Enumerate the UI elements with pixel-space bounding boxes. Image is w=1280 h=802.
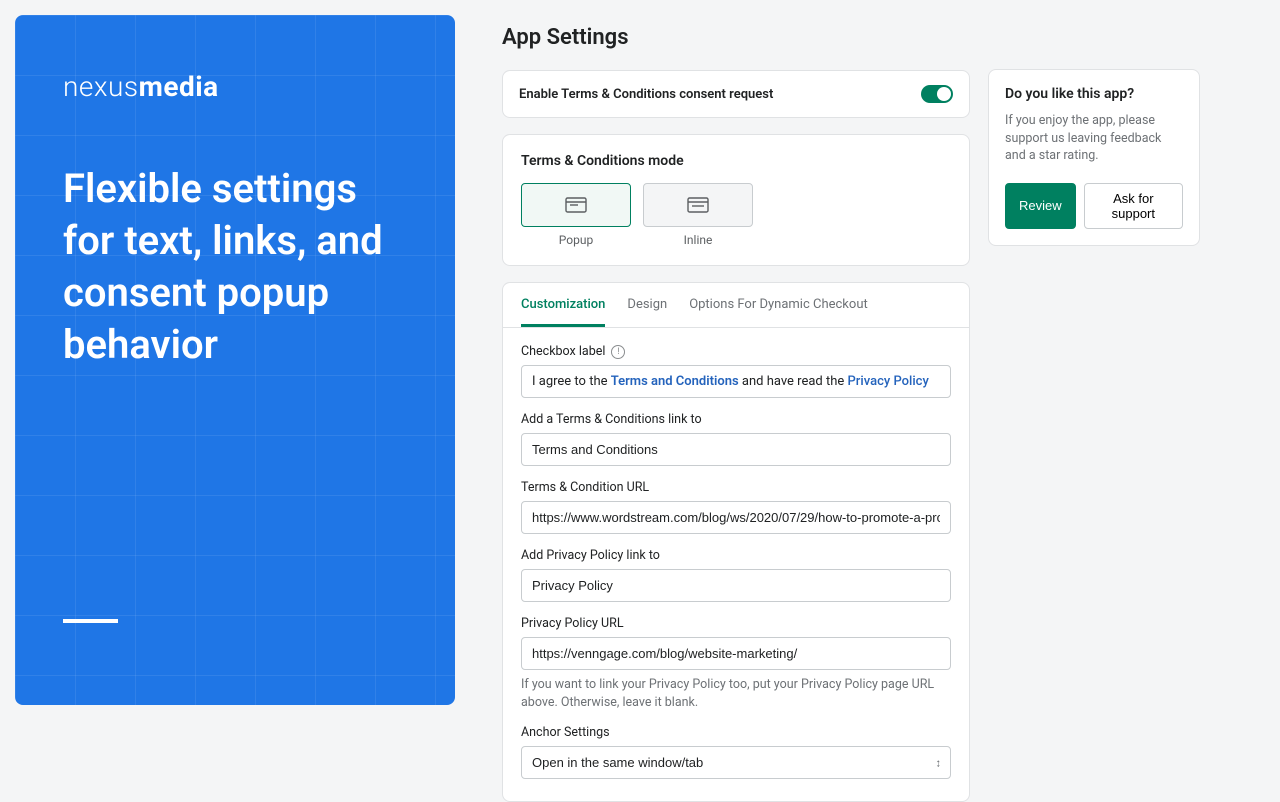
brand-bold: media <box>139 70 219 103</box>
enable-toggle[interactable] <box>921 85 953 103</box>
inline-icon <box>687 197 709 213</box>
feedback-text: If you enjoy the app, please support us … <box>1005 112 1183 165</box>
tc-link-input[interactable] <box>521 433 951 466</box>
checkbox-label-field-label: Checkbox label <box>521 344 605 359</box>
mode-option-popup[interactable] <box>521 183 631 227</box>
brand-logo: nexusmedia <box>63 70 407 103</box>
info-icon[interactable]: ! <box>611 345 625 359</box>
tab-pane-customization: Checkbox label ! I agree to the Terms an… <box>503 328 969 801</box>
promo-panel: nexusmedia Flexible settings for text, l… <box>15 15 455 705</box>
tab-dynamic-checkout[interactable]: Options For Dynamic Checkout <box>689 283 868 327</box>
enable-label: Enable Terms & Conditions consent reques… <box>519 87 773 102</box>
mode-title: Terms & Conditions mode <box>521 153 951 169</box>
tabs-card: Customization Design Options For Dynamic… <box>502 282 970 802</box>
settings-area: App Settings Enable Terms & Conditions c… <box>470 0 1280 720</box>
checkbox-label-input[interactable]: I agree to the Terms and Conditions and … <box>521 365 951 398</box>
tab-design[interactable]: Design <box>627 283 667 327</box>
hero-headline: Flexible settings for text, links, and c… <box>63 163 407 371</box>
pp-link-input[interactable] <box>521 569 951 602</box>
anchor-label: Anchor Settings <box>521 725 951 740</box>
feedback-card: Do you like this app? If you enjoy the a… <box>988 69 1200 246</box>
page-title: App Settings <box>502 25 970 50</box>
pp-url-label: Privacy Policy URL <box>521 616 951 631</box>
enable-card: Enable Terms & Conditions consent reques… <box>502 70 970 118</box>
cb-prefix: I agree to the <box>532 374 611 389</box>
support-button[interactable]: Ask for support <box>1084 183 1183 229</box>
cb-tc-link: Terms and Conditions <box>611 374 739 389</box>
review-button[interactable]: Review <box>1005 183 1076 229</box>
popup-icon <box>565 197 587 213</box>
pp-link-label: Add Privacy Policy link to <box>521 548 951 563</box>
tc-url-label: Terms & Condition URL <box>521 480 951 495</box>
hero-underline <box>63 619 118 623</box>
tabs: Customization Design Options For Dynamic… <box>503 283 969 328</box>
tc-link-label: Add a Terms & Conditions link to <box>521 412 951 427</box>
brand-light: nexus <box>63 70 139 103</box>
mode-label-inline: Inline <box>684 233 713 247</box>
cb-pp-link: Privacy Policy <box>848 374 929 389</box>
tab-customization[interactable]: Customization <box>521 283 605 327</box>
pp-helper-text: If you want to link your Privacy Policy … <box>521 676 951 711</box>
mode-label-popup: Popup <box>559 233 593 247</box>
feedback-title: Do you like this app? <box>1005 86 1183 102</box>
mode-card: Terms & Conditions mode Popup <box>502 134 970 266</box>
anchor-select[interactable] <box>521 746 951 779</box>
pp-url-input[interactable] <box>521 637 951 670</box>
mode-option-inline[interactable] <box>643 183 753 227</box>
tc-url-input[interactable] <box>521 501 951 534</box>
cb-mid: and have read the <box>739 374 848 389</box>
